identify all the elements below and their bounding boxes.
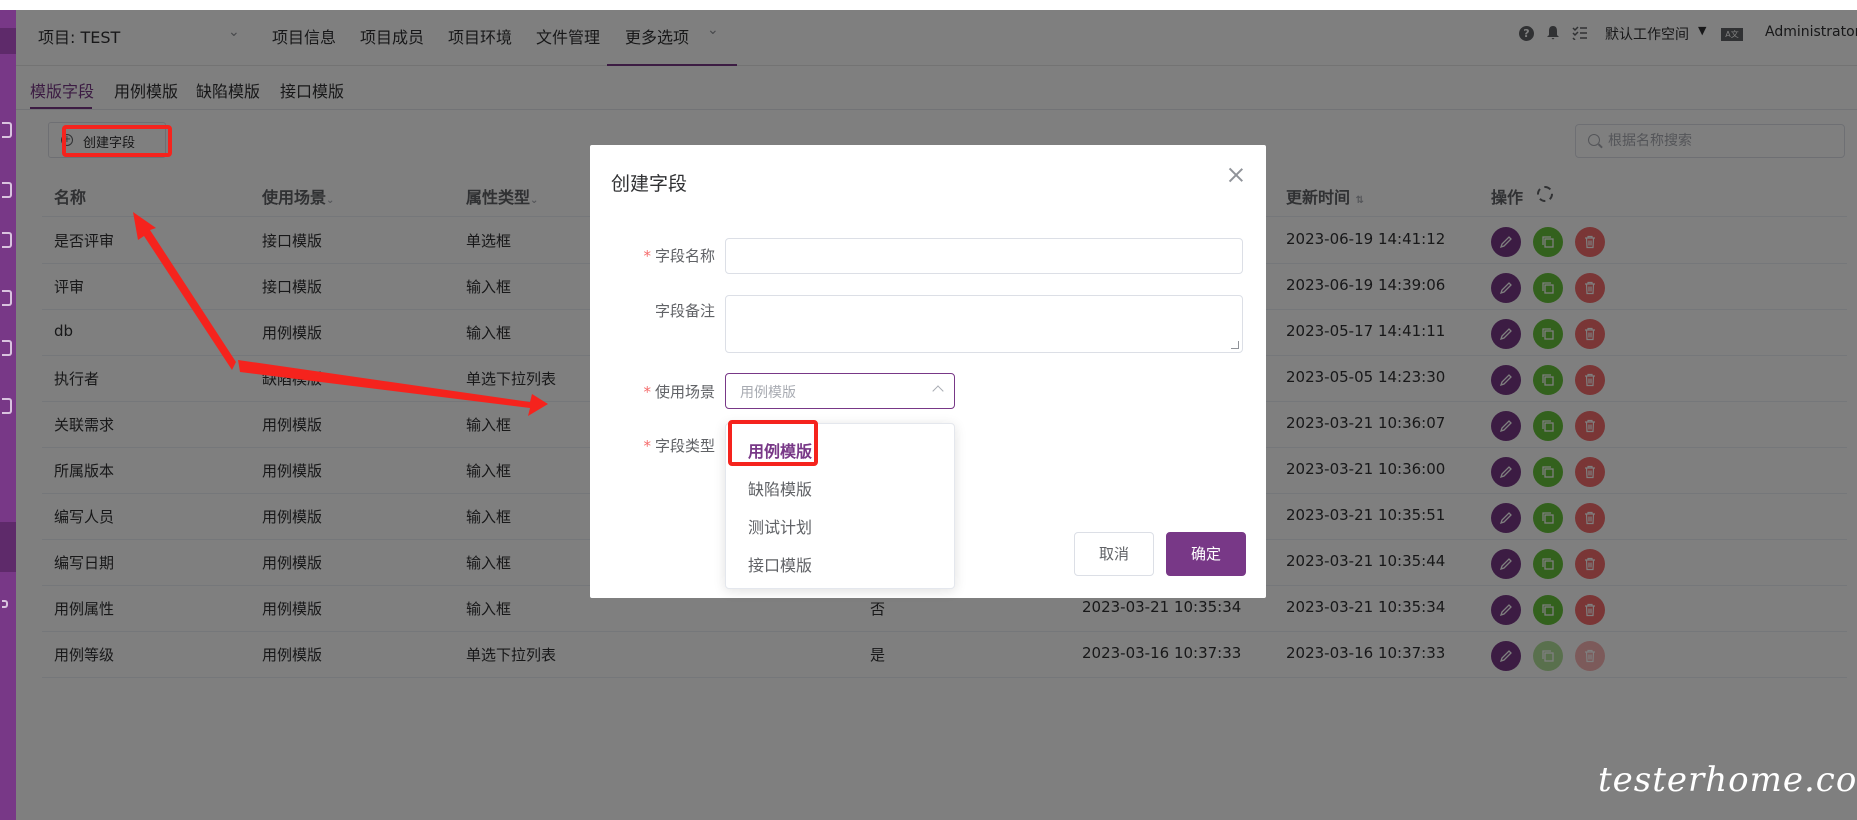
resize-handle-icon[interactable] — [1231, 341, 1239, 349]
dropdown-option-test-plan[interactable]: 测试计划 — [748, 514, 812, 538]
field-remark-label: 字段备注 — [654, 302, 715, 320]
sidebar-track-icon[interactable] — [2, 182, 12, 198]
sidebar-api-icon[interactable] — [2, 290, 12, 306]
field-type-label: * 字段类型 — [643, 437, 715, 455]
close-icon[interactable] — [1228, 167, 1244, 183]
sidebar-report-icon[interactable] — [2, 398, 12, 414]
field-type-label-text: 字段类型 — [654, 437, 715, 455]
annotation-box-create — [62, 125, 172, 157]
dialog-title: 创建字段 — [611, 173, 688, 195]
field-name-input[interactable] — [725, 238, 1243, 274]
app-page: 项目: TEST ⌄ 项目信息 项目成员 项目环境 文件管理 更多选项 ⌄ ? … — [0, 0, 1857, 820]
dropdown-option-defect-template[interactable]: 缺陷模版 — [748, 476, 812, 500]
watermark: testerhome.com — [1598, 760, 1857, 800]
cancel-button[interactable]: 取消 — [1074, 532, 1154, 576]
scene-label: * 使用场景 — [643, 383, 715, 401]
field-name-label-text: 字段名称 — [654, 247, 715, 265]
confirm-button[interactable]: 确定 — [1166, 532, 1246, 576]
sidebar-performance-icon[interactable] — [2, 340, 12, 356]
sidebar-test-icon[interactable] — [2, 232, 12, 248]
create-field-dialog: 创建字段 * 字段名称 字段备注 * 使用场景 用例模版 * 字段类型 用例模版 缺陷… — [590, 145, 1266, 598]
field-name-label: * 字段名称 — [643, 247, 715, 265]
annotation-box-option — [728, 420, 818, 466]
scene-select[interactable]: 用例模版 — [725, 373, 955, 409]
scene-select-placeholder: 用例模版 — [740, 385, 796, 401]
logo-icon — [0, 28, 16, 54]
sidebar-workstation-icon[interactable] — [2, 122, 12, 138]
chevron-up-icon — [932, 385, 944, 397]
field-remark-textarea[interactable] — [725, 295, 1243, 353]
sidebar-expand-icon[interactable] — [2, 600, 8, 608]
dropdown-option-api-template[interactable]: 接口模版 — [748, 552, 812, 576]
sidebar — [0, 10, 16, 820]
top-strip — [0, 0, 1857, 10]
scene-label-text: 使用场景 — [654, 383, 715, 401]
sidebar-project-settings-icon[interactable] — [0, 522, 16, 572]
